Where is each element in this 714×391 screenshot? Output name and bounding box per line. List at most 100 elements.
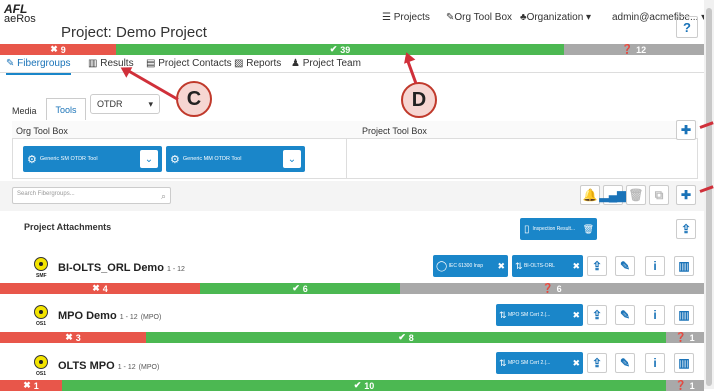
summary-pass-count: 39 — [340, 44, 351, 55]
attachment-file[interactable]: ▯ Inspection Result... 🗑 — [520, 218, 597, 240]
chevron-circle-icon[interactable]: ⌄ — [140, 150, 158, 168]
tool-tag-inspection[interactable]: ◯ IEC 61300 Insp ✖ — [433, 255, 508, 277]
row-fail: ✖ 1 — [0, 380, 62, 391]
list-icon: ☰ — [382, 12, 391, 23]
org-tool-box-heading: Org Tool Box — [16, 126, 68, 136]
info-button[interactable]: i — [645, 305, 665, 325]
edit-button[interactable]: ✎ — [615, 305, 635, 325]
search-input[interactable]: Search Fibergroups... ⌕ — [12, 187, 171, 204]
tool-card-sm[interactable]: ⚙ Generic SM OTDR Tool ⌄ — [23, 146, 162, 172]
tabs-divider — [0, 72, 704, 73]
attachments-title: Project Attachments — [24, 222, 112, 232]
nav-projects-label: Projects — [393, 12, 430, 23]
tab-contacts[interactable]: ▤ Project Contacts — [146, 58, 232, 69]
fibergroup-title[interactable]: MPO Demo 1 - 12 (MPO) — [58, 310, 161, 322]
close-icon[interactable]: ✖ — [572, 358, 580, 369]
tool-tag-olts[interactable]: ⇅ BI-OLTS-ORL ✖ — [512, 255, 583, 277]
tab-contacts-label: Project Contacts — [158, 58, 232, 69]
row-info: ❓ 1 — [666, 380, 704, 391]
results-chart-button[interactable]: ▥ — [674, 353, 694, 373]
add-project-tool-button[interactable]: ✚ — [676, 120, 696, 140]
bell-button[interactable]: 🔔 — [580, 185, 600, 205]
close-icon[interactable]: ✖ — [572, 261, 580, 272]
team-icon: ♟ — [291, 58, 300, 69]
row-fail: ✖ 3 — [0, 332, 146, 343]
question-icon: ❓ — [621, 44, 634, 54]
olts-icon: ⇅ — [499, 309, 507, 320]
row-info: ❓ 1 — [666, 332, 704, 343]
fibergroup-name: OLTS MPO — [58, 360, 115, 372]
inspection-icon: ◯ — [436, 260, 448, 272]
subtab-tools[interactable]: Tools — [46, 98, 86, 120]
fibergroup-note: (MPO) — [140, 314, 162, 321]
help-button[interactable]: ? — [676, 16, 698, 38]
nav-organization[interactable]: ♣Organization ▾ — [520, 12, 591, 23]
row-fail-count: 4 — [102, 283, 108, 294]
fibergroup-title[interactable]: BI-OLTS_ORL Demo 1 - 12 — [58, 262, 185, 274]
results-chart-button[interactable]: ▥ — [674, 256, 694, 276]
x-icon: ✖ — [92, 283, 100, 293]
summary-info-count: 12 — [636, 44, 647, 55]
results-chart-button[interactable]: ▥ — [674, 305, 694, 325]
check-icon: ✔ — [353, 380, 362, 390]
add-fibergroup-button[interactable]: ✚ — [676, 185, 696, 205]
fiber-type-icon — [34, 305, 48, 319]
file-icon: ▯ — [524, 223, 530, 235]
row-pass-count: 8 — [408, 332, 414, 343]
fiber-type-icon — [34, 355, 48, 369]
nav-org-tool-box[interactable]: ✎Org Tool Box — [446, 12, 512, 23]
upload-button[interactable]: ⇪ — [587, 353, 607, 373]
question-icon: ❓ — [675, 380, 687, 390]
tool-tag-mpo[interactable]: ⇅ MPO SM Cert 2.(... ✖ — [496, 352, 583, 374]
chevron-circle-icon[interactable]: ⌄ — [283, 150, 301, 168]
tool-card-mm[interactable]: ⚙ Generic MM OTDR Tool ⌄ — [166, 146, 305, 172]
nav-projects[interactable]: ☰ Projects — [382, 12, 430, 23]
row-fail-count: 1 — [33, 380, 39, 391]
tab-team[interactable]: ♟ Project Team — [291, 58, 361, 69]
scrollbar[interactable] — [704, 0, 714, 389]
gears-icon: ⚙ — [170, 153, 180, 166]
fiber-type-label: OS1 — [36, 321, 47, 327]
chart-icon: ▥ — [88, 58, 98, 69]
trash-button[interactable]: 🗑 — [626, 185, 646, 205]
chevron-down-icon: ▾ — [148, 99, 153, 109]
close-icon[interactable]: ✖ — [497, 261, 505, 272]
fibergroup-name: MPO Demo — [58, 310, 117, 322]
gears-icon: ⚙ — [27, 153, 37, 166]
upload-button[interactable]: ⇪ — [587, 256, 607, 276]
tool-type-select[interactable]: OTDR ▾ — [90, 94, 160, 114]
page-title: Project: Demo Project — [61, 24, 207, 41]
brand-logo: AFL aeRos — [4, 2, 44, 25]
tab-reports-label: Reports — [246, 58, 282, 69]
search-icon: ⌕ — [160, 191, 166, 201]
fiber-type-label: SMF — [36, 273, 47, 279]
scrollbar-thumb[interactable] — [706, 8, 712, 386]
summary-fail-count: 9 — [60, 44, 66, 55]
fibergroup-title[interactable]: OLTS MPO 1 - 12 (MPO) — [58, 360, 159, 372]
row-pass: ✔ 6 — [200, 283, 400, 294]
copy-button[interactable]: ⧉ — [649, 185, 669, 205]
upload-button[interactable]: ⇪ — [587, 305, 607, 325]
fibergroup-name: BI-OLTS_ORL Demo — [58, 262, 164, 274]
edit-button[interactable]: ✎ — [615, 256, 635, 276]
subtab-media[interactable]: Media — [12, 106, 37, 116]
tool-card-mm-label: Generic MM OTDR Tool — [182, 156, 242, 162]
tab-reports[interactable]: ▨ Reports — [234, 58, 281, 69]
nav-org-label: Org Tool Box — [454, 12, 513, 23]
edit-button[interactable]: ✎ — [615, 353, 635, 373]
x-icon: ✖ — [50, 44, 58, 54]
question-icon: ❓ — [542, 283, 554, 293]
tool-tag-mpo[interactable]: ⇅ MPO SM Cert 2.(... ✖ — [496, 304, 583, 326]
signal-button[interactable]: ▂▄▆ — [600, 185, 626, 205]
help-label: ? — [683, 19, 691, 35]
fiber-type-icon — [34, 257, 48, 271]
upload-attachment-button[interactable]: ⇪ — [676, 219, 696, 239]
callout-c: C — [176, 81, 212, 117]
info-button[interactable]: i — [645, 353, 665, 373]
trash-icon[interactable]: 🗑 — [583, 224, 594, 235]
fibergroup-range: 1 - 12 — [119, 314, 138, 321]
info-button[interactable]: i — [645, 256, 665, 276]
tool-type-value: OTDR — [97, 99, 123, 109]
attachment-file-label: Inspection Result... — [532, 226, 576, 232]
close-icon[interactable]: ✖ — [572, 310, 580, 321]
